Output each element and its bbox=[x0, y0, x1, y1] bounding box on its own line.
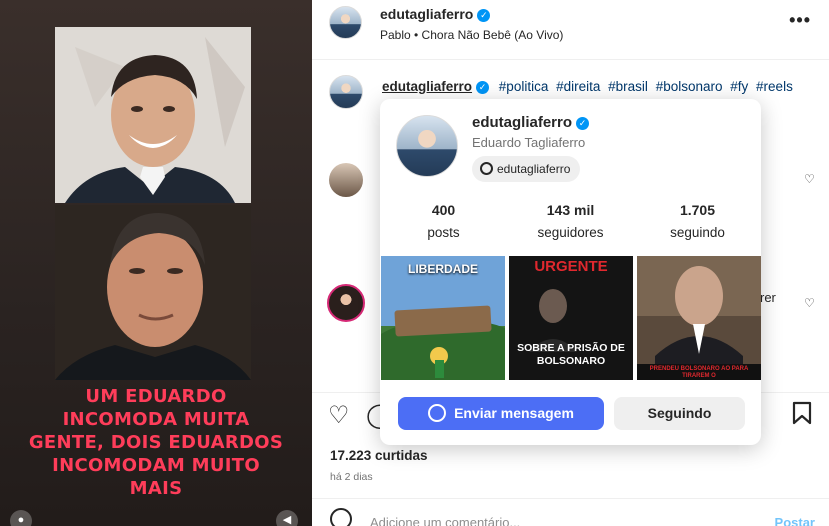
verified-badge-icon: ✓ bbox=[477, 9, 491, 22]
stat-label: seguindo bbox=[670, 225, 725, 240]
hashtag-link[interactable]: #fy bbox=[730, 79, 748, 94]
more-horizontal-icon[interactable]: ••• bbox=[789, 10, 811, 31]
author-username-text[interactable]: edutagliaferro bbox=[380, 6, 473, 22]
verified-badge-icon: ✓ bbox=[476, 81, 490, 94]
commenter-avatar[interactable] bbox=[329, 163, 363, 197]
tile-subtitle: PRENDEU BOLSONARO AO PARA TIRAREM O bbox=[649, 366, 749, 379]
caption-line: GENTE, DOIS EDUARDOS bbox=[28, 432, 284, 453]
tile-title: URGENTE bbox=[534, 258, 608, 275]
recent-posts-grid: LIBERDADE URGENTE SOBRE A PRISÃO DE BOLS… bbox=[381, 256, 761, 380]
card-username[interactable]: edutagliaferro ✓ bbox=[472, 114, 590, 131]
comment-text-partial: rer bbox=[760, 290, 776, 305]
user-tags-icon[interactable]: ● bbox=[10, 510, 32, 526]
author-avatar[interactable] bbox=[329, 6, 362, 39]
recent-post-tile[interactable]: PRENDEU BOLSONARO AO PARA TIRAREM O bbox=[637, 256, 761, 380]
stat-label: posts bbox=[427, 225, 460, 240]
threads-icon bbox=[480, 162, 493, 175]
recent-post-tile[interactable]: LIBERDADE bbox=[381, 256, 505, 380]
reel-caption: UM EDUARDO INCOMODA MUITA GENTE, DOIS ED… bbox=[0, 385, 312, 500]
post-header: edutagliaferro ✓ Pablo • Chora Não Bebê (… bbox=[312, 0, 829, 60]
reel-media[interactable]: UM EDUARDO INCOMODA MUITA GENTE, DOIS ED… bbox=[0, 0, 312, 526]
emoji-icon[interactable] bbox=[330, 508, 352, 526]
audio-toggle-icon[interactable]: ◀ bbox=[276, 510, 298, 526]
judge-thumbnail bbox=[637, 256, 761, 380]
comment-like-heart-icon[interactable]: ♡ bbox=[804, 296, 815, 310]
bottom-photo bbox=[55, 205, 251, 380]
post-timestamp[interactable]: há 2 dias bbox=[330, 471, 373, 483]
hashtag-link[interactable]: #reels bbox=[756, 79, 793, 94]
threads-handle: edutagliaferro bbox=[497, 162, 571, 176]
card-full-name: Eduardo Tagliaferro bbox=[472, 135, 586, 150]
stat-label: seguidores bbox=[537, 225, 604, 240]
commenter-avatar-story[interactable] bbox=[327, 284, 365, 322]
hashtag-link[interactable]: #brasil bbox=[608, 79, 648, 94]
save-bookmark-icon[interactable] bbox=[792, 401, 812, 432]
like-heart-icon[interactable]: ♡ bbox=[328, 401, 350, 430]
stat-posts: 400 posts bbox=[380, 202, 507, 240]
card-avatar[interactable] bbox=[396, 115, 458, 177]
stat-value: 400 bbox=[431, 202, 456, 218]
instagram-post-view: UM EDUARDO INCOMODA MUITA GENTE, DOIS ED… bbox=[0, 0, 829, 526]
likes-count[interactable]: 17.223 curtidas bbox=[330, 448, 428, 463]
caption-line: INCOMODAM MUITO bbox=[52, 455, 260, 476]
add-comment-bar: Adicione um comentário... Postar bbox=[312, 498, 829, 526]
hashtag-link[interactable]: #direita bbox=[556, 79, 600, 94]
tile-title: LIBERDADE bbox=[407, 262, 478, 276]
verified-badge-icon: ✓ bbox=[576, 117, 590, 130]
audio-track[interactable]: Pablo • Chora Não Bebê (Ao Vivo) bbox=[380, 28, 563, 42]
caption-username[interactable]: edutagliaferro bbox=[382, 79, 472, 94]
threads-badge[interactable]: edutagliaferro bbox=[472, 156, 581, 182]
comment-input[interactable]: Adicione um comentário... bbox=[370, 515, 520, 526]
caption-author-avatar[interactable] bbox=[329, 75, 363, 109]
send-message-button[interactable]: Enviar mensagem bbox=[398, 397, 604, 430]
stat-following[interactable]: 1.705 seguindo bbox=[634, 202, 761, 240]
caption-line: UM EDUARDO bbox=[85, 386, 227, 407]
card-username-text[interactable]: edutagliaferro bbox=[472, 114, 572, 131]
man-selfie-image bbox=[55, 205, 251, 380]
stat-value: 1.705 bbox=[679, 202, 716, 218]
following-button[interactable]: Seguindo bbox=[614, 397, 745, 430]
author-username[interactable]: edutagliaferro ✓ bbox=[380, 6, 491, 22]
recent-post-tile[interactable]: URGENTE SOBRE A PRISÃO DE BOLSONARO bbox=[509, 256, 633, 380]
caption-line: INCOMODA MUITA bbox=[62, 409, 250, 430]
hashtag-list: #politica #direita #brasil #bolsonaro #f… bbox=[499, 79, 797, 94]
hashtag-link[interactable]: #politica bbox=[499, 79, 549, 94]
post-caption: edutagliaferro ✓ #politica #direita #bras… bbox=[382, 79, 797, 94]
profile-hover-card: edutagliaferro ✓ Eduardo Tagliaferro edut… bbox=[380, 99, 761, 445]
top-photo bbox=[55, 27, 251, 203]
stat-followers[interactable]: 143 mil seguidores bbox=[507, 202, 634, 240]
tile-subtitle: SOBRE A PRISÃO DE BOLSONARO bbox=[517, 342, 625, 367]
hashtag-link[interactable]: #bolsonaro bbox=[656, 79, 723, 94]
comment-like-heart-icon[interactable]: ♡ bbox=[804, 172, 815, 186]
bookmark-shape bbox=[792, 401, 812, 425]
post-comment-button[interactable]: Postar bbox=[775, 515, 815, 526]
caption-line: MAIS bbox=[129, 478, 183, 499]
stat-value: 143 mil bbox=[546, 202, 595, 218]
send-message-label: Enviar mensagem bbox=[454, 405, 574, 421]
messenger-icon bbox=[428, 404, 447, 422]
man-smiling-image bbox=[55, 27, 251, 203]
